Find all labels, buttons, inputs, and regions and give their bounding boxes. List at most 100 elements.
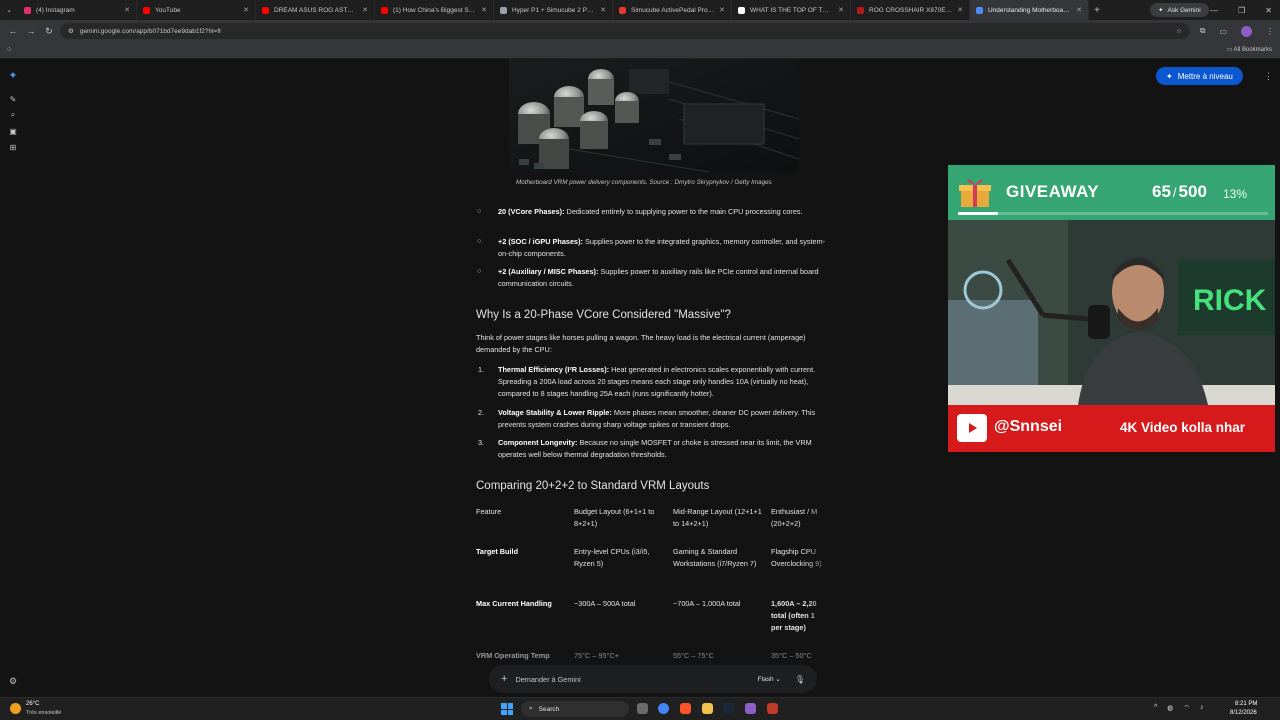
extensions-icon[interactable]: ⧉ — [1200, 26, 1206, 36]
site-info-icon[interactable]: ⚙ — [68, 27, 74, 35]
settings-icon[interactable]: ⚙ — [9, 676, 17, 687]
brave-icon[interactable] — [680, 703, 691, 714]
browser-tab[interactable]: WHAT IS THE TOP OF THE LINE ✕ — [732, 0, 851, 20]
url-text: gemini.google.com/app/b071bd7ee9dab1f2?h… — [79, 27, 222, 35]
browser-tab[interactable]: (1) How China's Biggest Scam ✕ — [375, 0, 494, 20]
item-title: Thermal Efficiency (I²R Losses): — [498, 365, 610, 374]
tab-close-icon[interactable]: ✕ — [124, 6, 130, 14]
ask-gemini-label: Ask Gemini — [1167, 6, 1201, 14]
tab-favicon-icon — [738, 6, 745, 14]
webcam-feed: RICK — [948, 220, 1275, 405]
upgrade-button[interactable]: ✦ Mettre à niveau — [1156, 67, 1243, 85]
library-icon[interactable]: ▣ — [9, 123, 17, 139]
bullet-title: +2 (SOC / iGPU Phases): — [498, 237, 583, 246]
tray-app-icon[interactable]: ◍ — [1167, 704, 1173, 713]
table-row-label: VRM Operating Temp — [476, 651, 550, 660]
volume-icon[interactable]: ♪ — [1200, 704, 1204, 713]
bookmark-star-icon[interactable]: ☆ — [1176, 27, 1182, 35]
clock-date[interactable]: 8/12/2026 — [1230, 710, 1257, 716]
steam-icon[interactable] — [723, 703, 734, 714]
bullet-text: +2 (SOC / iGPU Phases): Supplies power t… — [498, 236, 830, 260]
table-cell: Entry-level CPUs (i3/i5, Ryzen 5) — [574, 547, 650, 568]
forward-icon[interactable]: → — [22, 26, 40, 36]
new-tab-button[interactable]: + — [1089, 5, 1105, 16]
browser-tab[interactable]: (4) Instagram ✕ — [18, 0, 137, 20]
reload-icon[interactable]: ↻ — [40, 26, 58, 37]
giveaway-progress-bar — [958, 212, 1268, 215]
table-cell: Gaming & Standard Workstations (i7/Ryzen… — [673, 547, 757, 568]
gemini-logo-icon[interactable]: ✦ — [8, 67, 17, 83]
tray-chevron-icon[interactable]: ^ — [1154, 704, 1157, 713]
browser-tab[interactable]: Simucube ActivePedal Pro - Ad ✕ — [613, 0, 732, 20]
maximize-icon[interactable]: ❐ — [1238, 6, 1245, 15]
table-row-label: Target Build — [476, 547, 519, 556]
tab-title: Simucube ActivePedal Pro - Ad — [631, 6, 715, 14]
model-selector[interactable]: Flash ⌄ — [758, 675, 781, 683]
network-icon[interactable]: ⌔ — [1183, 704, 1190, 713]
more-options-icon[interactable]: ⋮ — [1264, 71, 1273, 82]
sidebar-icon[interactable]: ▭ — [1219, 27, 1227, 36]
item-number: 3. — [478, 438, 485, 447]
item-number: 2. — [478, 408, 485, 417]
all-bookmarks-button[interactable]: ▭ All Bookmarks — [1227, 46, 1272, 53]
taskbar-search[interactable]: ⌕ Search — [521, 701, 629, 717]
tab-close-icon[interactable]: ✕ — [957, 6, 963, 14]
ask-gemini-button[interactable]: ✦ Ask Gemini — [1150, 3, 1209, 17]
address-bar[interactable]: ⚙ gemini.google.com/app/b071bd7ee9dab1f2… — [60, 23, 1190, 39]
obs-icon[interactable] — [745, 703, 756, 714]
tab-close-icon[interactable]: ✕ — [481, 6, 487, 14]
clock-time[interactable]: 8:21 PM — [1235, 701, 1257, 707]
close-window-icon[interactable]: ✕ — [1265, 6, 1272, 15]
new-chat-icon[interactable]: ✎ — [10, 91, 17, 107]
task-view-icon[interactable] — [637, 703, 648, 714]
file-explorer-icon[interactable] — [702, 703, 713, 714]
tab-close-icon[interactable]: ✕ — [719, 6, 725, 14]
app-icon[interactable] — [767, 703, 778, 714]
weather-sun-icon[interactable] — [10, 703, 21, 714]
browser-tab[interactable]: DREAM ASUS ROG ASTRAL RTX ✕ — [256, 0, 375, 20]
giveaway-progress-fill — [958, 212, 999, 215]
window-controls: — ❐ ✕ — [1210, 0, 1272, 20]
svg-text:RICK: RICK — [1193, 284, 1267, 317]
browser-tab[interactable]: YouTube ✕ — [137, 0, 256, 20]
bullet-marker: ○ — [477, 238, 482, 245]
apps-grid-icon[interactable]: ⁘ — [6, 45, 13, 54]
add-attachment-icon[interactable]: + — [501, 673, 507, 685]
gems-icon[interactable]: ⊞ — [10, 139, 17, 155]
giveaway-separator: / — [1172, 185, 1177, 200]
prompt-input[interactable]: Demander à Gemini — [515, 675, 757, 684]
windows-start-icon[interactable] — [501, 703, 513, 715]
profile-avatar[interactable] — [1241, 25, 1252, 37]
bullet-title: 20 (VCore Phases): — [498, 207, 565, 216]
stream-tagline: 4K Video kolla nhar — [1120, 420, 1246, 435]
browser-tab[interactable]: ROG CROSSHAIR X870E GLACI ✕ — [851, 0, 970, 20]
tab-close-icon[interactable]: ✕ — [362, 6, 368, 14]
channel-handle: @Snnsei — [994, 418, 1063, 435]
browser-tab[interactable]: Hyper P1 + Simucube 2 Pro Bu ✕ — [494, 0, 613, 20]
item-number: 1. — [478, 365, 485, 374]
browser-tab[interactable]: Understanding Motherboard P ✕ — [970, 0, 1089, 20]
chrome-icon[interactable] — [658, 703, 669, 714]
minimize-icon[interactable]: — — [1210, 6, 1218, 15]
item-text: Component Longevity: Because no single M… — [498, 437, 831, 461]
tab-close-icon[interactable]: ✕ — [1076, 6, 1082, 14]
back-icon[interactable]: ← — [4, 26, 22, 36]
browser-menu-icon[interactable]: ⋮ — [1266, 27, 1274, 36]
giveaway-current: 65 — [1152, 182, 1171, 201]
model-label: Flash — [757, 676, 774, 683]
tab-favicon-icon — [976, 6, 983, 14]
gift-icon — [959, 179, 991, 207]
tab-strip: ⌄ (4) Instagram ✕ YouTube ✕ DREAM ASUS ROG A… — [0, 0, 1280, 20]
tab-close-icon[interactable]: ✕ — [600, 6, 606, 14]
tab-search-menu-icon[interactable]: ⌄ — [0, 0, 18, 20]
giveaway-banner: GIVEAWAY 65/500 13% — [948, 165, 1275, 220]
giveaway-title: GIVEAWAY — [1006, 182, 1100, 201]
youtube-banner: @Snnsei 4K Video kolla nhar — [948, 405, 1275, 452]
search-icon[interactable]: ⌕ — [11, 107, 15, 123]
tab-close-icon[interactable]: ✕ — [243, 6, 249, 14]
microphone-icon[interactable]: 🎙 — [795, 675, 805, 684]
youtube-logo-icon — [957, 414, 987, 442]
prompt-bar[interactable]: + Demander à Gemini Flash ⌄ 🎙 — [489, 665, 817, 693]
tab-close-icon[interactable]: ✕ — [838, 6, 844, 14]
item-text: Voltage Stability & Lower Ripple: More p… — [498, 407, 831, 431]
